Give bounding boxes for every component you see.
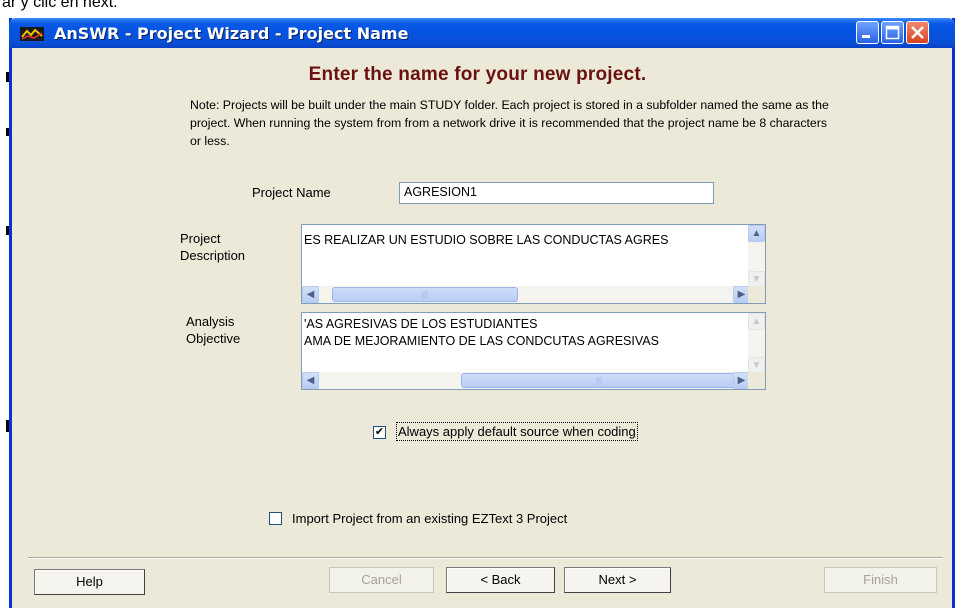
import-project-checkbox[interactable] [269, 512, 282, 525]
project-description-label-line1: Project [180, 231, 221, 246]
analysis-objective-text-line2: AMA DE MEJORAMIENTO DE LAS CONDCUTAS AGR… [304, 334, 659, 348]
scroll-left-icon[interactable]: ◀ [302, 286, 319, 303]
next-button[interactable]: Next > [564, 567, 671, 593]
analysis-objective-vscrollbar[interactable]: ▲ ▼ [748, 313, 765, 374]
project-description-hscrollbar[interactable]: ◀ ||| ▶ [302, 286, 750, 303]
scroll-left-icon[interactable]: ◀ [302, 372, 319, 389]
scroll-up-icon[interactable]: ▲ [748, 313, 765, 330]
button-area-divider [28, 557, 943, 559]
wizard-note: Note: Projects will be built under the m… [190, 98, 829, 148]
analysis-objective-label: Analysis Objective [186, 313, 240, 347]
close-icon [911, 26, 924, 39]
analysis-objective-text-line1: 'AS AGRESIVAS DE LOS ESTUDIANTES [304, 317, 538, 331]
scroll-corner [748, 372, 765, 389]
close-button[interactable] [906, 21, 929, 44]
cancel-button[interactable]: Cancel [329, 567, 434, 593]
wizard-heading: Enter the name for your new project. [308, 64, 647, 85]
project-description-label: Project Description [180, 230, 245, 264]
analysis-objective-label-line1: Analysis [186, 314, 235, 329]
analysis-objective-hscrollbar[interactable]: ◀ ||| ▶ [302, 372, 750, 389]
scroll-corner [748, 286, 765, 303]
scroll-up-icon[interactable]: ▲ [748, 225, 765, 242]
import-project-label[interactable]: Import Project from an existing EZText 3… [292, 511, 567, 526]
analysis-objective-textarea[interactable]: 'AS AGRESIVAS DE LOS ESTUDIANTES AMA DE … [301, 312, 766, 390]
window-title: AnSWR - Project Wizard - Project Name [54, 24, 409, 43]
hscroll-thumb[interactable]: ||| [461, 373, 737, 388]
project-name-input[interactable]: AGRESION1 [399, 182, 714, 204]
analysis-objective-label-line2: Objective [186, 331, 241, 346]
minimize-button[interactable] [856, 21, 879, 44]
back-button[interactable]: < Back [446, 567, 555, 593]
project-description-vscrollbar[interactable]: ▲ ▼ [748, 225, 765, 288]
project-description-label-line2: Description [180, 248, 246, 263]
app-icon [20, 27, 44, 41]
always-apply-default-source-label[interactable]: Always apply default source when coding [396, 422, 638, 441]
background-document-text: ar y clic en next. [2, 0, 118, 11]
project-name-label: Project Name [252, 185, 331, 200]
minimize-icon [862, 35, 870, 38]
maximize-button[interactable] [881, 21, 904, 44]
project-description-text-line: ES REALIZAR UN ESTUDIO SOBRE LAS CONDUCT… [304, 233, 669, 247]
finish-button[interactable]: Finish [824, 567, 937, 593]
always-apply-default-source-checkbox[interactable]: ✔ [373, 426, 386, 439]
hscroll-thumb[interactable]: ||| [332, 287, 518, 302]
help-button[interactable]: Help [34, 569, 145, 595]
project-description-textarea[interactable]: ES REALIZAR UN ESTUDIO SOBRE LAS CONDUCT… [301, 224, 766, 304]
maximize-icon [885, 25, 900, 40]
